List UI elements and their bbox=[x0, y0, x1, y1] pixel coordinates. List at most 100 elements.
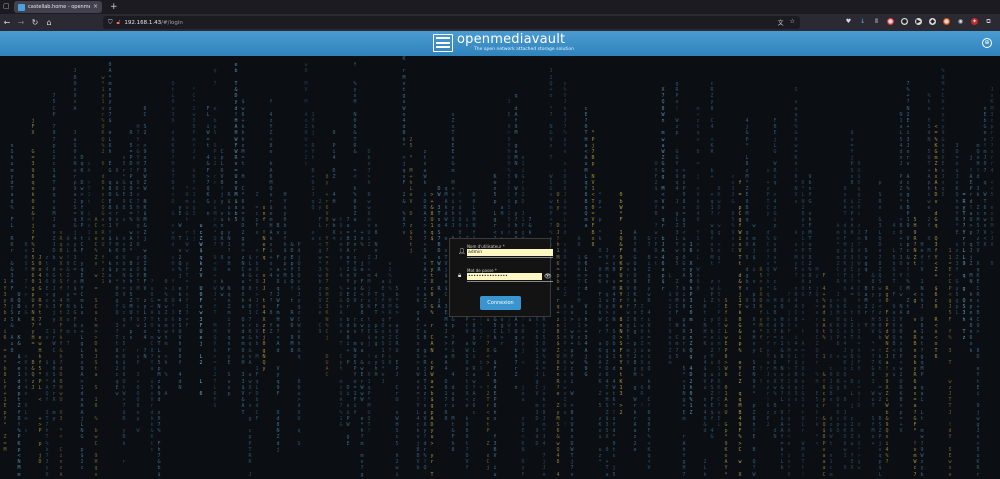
pocket-icon[interactable]: ♥ bbox=[845, 18, 852, 25]
tab-title: castellab.home - openmedi bbox=[28, 4, 90, 10]
extension-g-icon[interactable]: ✦ bbox=[971, 18, 978, 25]
matrix-column: 5 H 9 R ? N Z t < g v e R B n o b y R 6 … bbox=[913, 217, 917, 478]
matrix-column: $ L e & * 8 4 B 3 7 r K & q & v A a w X … bbox=[248, 254, 252, 478]
forward-icon[interactable]: → bbox=[14, 18, 28, 27]
username-underline bbox=[467, 257, 553, 258]
matrix-column: a E q f 8 > q D o n S 1 P S * e J bbox=[381, 279, 385, 385]
matrix-column: Q t L 0 o 3 9 d A K 0 ? H $ 7 B 4 < D & … bbox=[171, 80, 175, 335]
matrix-column: R g 0 F i P d W N Z J a ! y 9 X Z i W b … bbox=[885, 285, 889, 466]
matrix-column: + n % j e F & < r D 8 c w ? o a & w E r … bbox=[360, 229, 364, 478]
matrix-column: > d s P 9 8 v = g 3 < u o 9 0 G n A b i … bbox=[682, 167, 686, 478]
extension-c-icon[interactable]: ▶ bbox=[915, 18, 922, 25]
lock-icon: 🔒︎ bbox=[458, 272, 462, 279]
matrix-column: M y j Q q = e r V 8 C Z Q E r % H E 5 q … bbox=[815, 266, 819, 447]
matrix-column: $ o = f j P S x B i < P n h 0 j $ 3 j C … bbox=[850, 130, 854, 472]
omv-logo-icon bbox=[433, 34, 453, 52]
omv-brand-name: openmediavault bbox=[457, 32, 566, 47]
omv-favicon-icon bbox=[18, 3, 25, 11]
matrix-column: B o 0 S f 7 * > s & < K x h f 4 e 6 L m … bbox=[24, 242, 28, 435]
matrix-column: * P j 7 B p N V 1 < T 0 = V F B x 8 bbox=[591, 130, 595, 249]
new-tab-icon[interactable]: + bbox=[110, 2, 118, 12]
library-icon[interactable]: ⫴ bbox=[873, 18, 880, 25]
matrix-column: s + z P T C y d % C z ? v Q Y h * q m L … bbox=[766, 167, 770, 428]
extension-f-icon[interactable]: ◉ bbox=[957, 18, 964, 25]
matrix-column: j F X G = 3 9 6 q e k 0 u & ! j ? F % 1 … bbox=[31, 118, 35, 391]
bookmark-star-icon[interactable]: ☆ bbox=[790, 18, 795, 27]
matrix-column: x 8 N n J 4 T ! F T p G v g x y h H bbox=[374, 223, 378, 379]
matrix-column: H 7 Y < & Y H F 9 = v 7 H ? N g v ? B y … bbox=[136, 124, 140, 435]
matrix-column: 1 6 X y 5 0 h P 3 c 0 m 3 n Z Q g 4 D 2 … bbox=[689, 242, 693, 416]
password-input[interactable] bbox=[467, 273, 542, 280]
home-icon[interactable]: ⌂ bbox=[42, 18, 56, 27]
matrix-column: H e f ! V 1 N x h J D 8 1 e t ? g q M P … bbox=[920, 242, 924, 478]
matrix-column: f % y x H N 0 6 & T R & = < b % 8 b Z a … bbox=[353, 62, 357, 416]
tab-list-icon[interactable]: ▢ bbox=[3, 2, 10, 10]
matrix-column: G 7 B i Z g E y w R 4 c V t = < e i x Q … bbox=[647, 235, 651, 472]
matrix-column: f = p C g f W i x V T t d & Y j 1 T k 0 … bbox=[738, 180, 742, 478]
matrix-column: * U m o & t r 1 W w y F T = 7 n f 3 3 = … bbox=[185, 186, 189, 329]
matrix-column: 4 c L 5 h S f T F 9 a 2 V D Q B < E s u bbox=[892, 223, 896, 379]
matrix-column: 1 Y 3 y 7 b z i 6 = v * b 8 L f + 1 E p … bbox=[3, 279, 7, 453]
extension-e-icon[interactable]: ● bbox=[943, 18, 950, 25]
globe-icon[interactable]: ⊕ bbox=[982, 38, 992, 48]
extension-a-icon[interactable]: ● bbox=[887, 18, 894, 25]
matrix-column: A X ? K G U k U 8 0 K k 7 x 6 L g p j 2 … bbox=[633, 229, 637, 453]
matrix-column: S E f i w L w E P 8 > W b 0 1 A o U G p … bbox=[724, 297, 728, 478]
download-icon[interactable]: ↓ bbox=[859, 18, 866, 25]
matrix-column: R 5 = P D ! P q Q 3 C S = % w A 2 * B u … bbox=[129, 130, 133, 342]
login-button[interactable]: Connexion bbox=[480, 296, 521, 310]
address-bar[interactable]: ⛉ 🔓︎ 192.168.1.43/#/login 文 ☆ bbox=[103, 16, 800, 29]
lock-warning-icon[interactable]: 🔓︎ bbox=[117, 19, 121, 27]
matrix-column: % t o Y S d N 5 U T + A p h c w e 2 f X … bbox=[927, 93, 931, 261]
matrix-column: 9 b n f G v h F M T o T X 2 % X z t 7 bbox=[808, 173, 812, 298]
matrix-column: Z = c p F e < r b X c 9 t > J ! C b V h … bbox=[255, 192, 259, 422]
matrix-column: d x L ! 0 & Z f ? p H N Z o m 7 bbox=[66, 235, 70, 348]
matrix-column: J 0 o 4 1 G R T t 7 * e w H k f 5 * P L … bbox=[38, 254, 42, 466]
url-host: 192.168.1.43 bbox=[124, 19, 162, 26]
eye-icon[interactable]: 👁︎ bbox=[544, 273, 552, 280]
matrix-column: H Y x y 0 b u f h $ y p + M i bbox=[283, 192, 287, 286]
omv-tagline: The open network attached storage soluti… bbox=[474, 47, 574, 52]
matrix-column: < = % K G m Z h x A t D v d G q Q 3 f Y … bbox=[934, 124, 938, 360]
translate-icon[interactable]: 文 bbox=[778, 18, 784, 27]
extensions-puzzle-icon[interactable]: ⧉ bbox=[985, 18, 992, 25]
matrix-column: K * L N 2 B p z p L t P 6 C z b A 0 G 5 … bbox=[801, 180, 805, 478]
matrix-column: N 1 a L 5 4 d n J P d Z o * $ > B 0 + c … bbox=[899, 111, 903, 435]
matrix-column: q 7 e b p S S P u 2 r > y u M r m * Q 7 … bbox=[213, 68, 217, 410]
matrix-column: t 9 u c m h o t 4 % D & k A n R n T C p … bbox=[339, 217, 343, 428]
browser-tab[interactable]: castellab.home - openmedi × bbox=[14, 1, 102, 13]
matrix-column: g R P o ! W z p G G Y v 9 q 4 J g L Z 3 … bbox=[675, 80, 679, 360]
extension-b-icon[interactable]: ● bbox=[901, 18, 908, 25]
matrix-column: 7 5 C P 7 9 7 p c 2 c S 4 T p q s u M J … bbox=[52, 93, 56, 422]
matrix-column: 2 5 * M + h L e V D z $ 5 t j bbox=[409, 136, 413, 255]
matrix-column: 9 x K A T d 6 F H y E K p F H b Q R G q … bbox=[843, 186, 847, 472]
matrix-column: 0 A * m n 8 y z 7 $ e L X h E G q 8 D E … bbox=[108, 62, 112, 286]
matrix-column: y % V J k 8 J 7 % p Y e x c D 6 8 J $ e … bbox=[563, 80, 567, 428]
username-input[interactable] bbox=[467, 249, 553, 256]
extension-d-icon[interactable]: ◆ bbox=[929, 18, 936, 25]
matrix-column: D W 3 T s o S 7 B D s W R R j A bbox=[437, 186, 441, 311]
matrix-column: R $ u k k y N 1 ? o H e N q o Z m i ? V … bbox=[227, 192, 231, 397]
matrix-column: s n f ! N e F q v J J t s 4 X z E j 0 g … bbox=[262, 204, 266, 373]
matrix-column: * p + p * k X = 0 e K F 1 0 k W r a K x … bbox=[598, 192, 602, 466]
matrix-column: L K t c N H = K y 4 $ g V u n n 4 X & d … bbox=[703, 297, 707, 478]
matrix-column: 1 1 = E r C P < g J 5 F f % 3 T w z J T … bbox=[948, 248, 952, 478]
reload-icon[interactable]: ↻ bbox=[28, 18, 42, 27]
matrix-column: % 0 H + C V + y < y 9 G k 0 X E e J x q … bbox=[941, 68, 945, 199]
matrix-column: 4 j & P * L 8 z M * Z E 0 B M q q n X 5 … bbox=[745, 118, 749, 311]
matrix-column: & D E p f S Q ! t R W D 9 M 8 bbox=[290, 242, 294, 354]
matrix-column: 8 y + r 6 V 0 r Y T ? = f % 0 7 m H Z 3 … bbox=[325, 173, 329, 379]
toolbar-extensions: ♥ ↓ ⫴ ● ● ▶ ◆ ● ◉ ✦ ⧉ ≡ bbox=[845, 18, 1000, 25]
matrix-column: 6 C S 2 > 9 x 7 9 W Z W N K $ M & Z j w … bbox=[143, 105, 147, 360]
matrix-column: > + & 8 U 1 q $ T y t X c 0 G % r C A N … bbox=[430, 192, 434, 478]
shield-icon[interactable]: ⛉ bbox=[108, 19, 113, 27]
url-path: /#/login bbox=[161, 19, 183, 26]
matrix-column: F B E j L G W R i q > 4 z G i p U v 8 s … bbox=[773, 118, 777, 441]
matrix-column: x A > 7 1 t i m v 1 $ bbox=[87, 161, 91, 242]
close-tab-icon[interactable]: × bbox=[93, 4, 98, 10]
matrix-column: S u a q h % & X w = K k ! 6 * N V s k s … bbox=[794, 87, 798, 404]
matrix-column: = N i t v t w T L v 5 p M z k 9 d x X 7 … bbox=[157, 297, 161, 478]
matrix-column: $ w 6 + k h h z M = t H C * 6 x = X D 2 … bbox=[241, 99, 245, 416]
matrix-column: x R q B w X + t S f 4 F t X F f k f & h … bbox=[59, 229, 63, 478]
back-icon[interactable]: ← bbox=[0, 18, 14, 27]
